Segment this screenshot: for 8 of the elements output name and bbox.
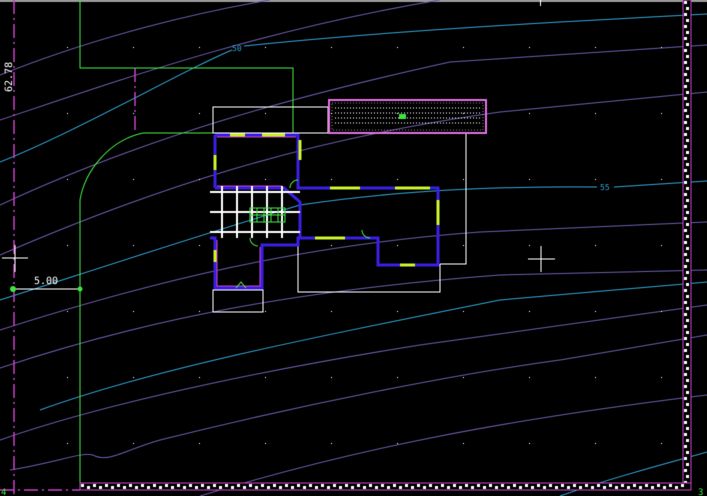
- dimension-text: 62.78: [4, 62, 15, 92]
- crosshair-icon: [2, 244, 28, 272]
- dimension-text: 5.00: [34, 276, 58, 287]
- contour-label: 55: [600, 183, 610, 192]
- corner-label: 4: [1, 488, 6, 496]
- contour-label: 50: [232, 44, 242, 53]
- corner-label: 3: [698, 488, 704, 496]
- crosshair-icon: [528, 246, 556, 272]
